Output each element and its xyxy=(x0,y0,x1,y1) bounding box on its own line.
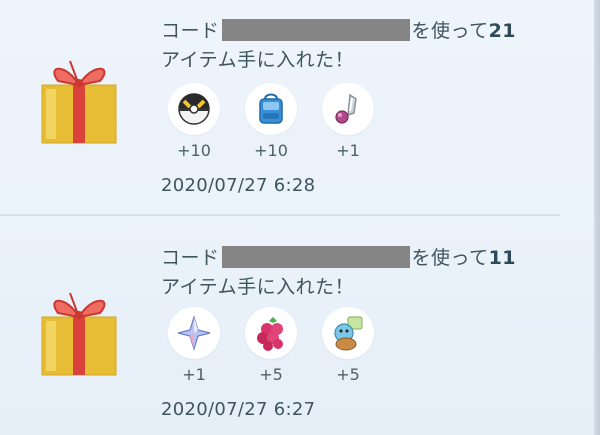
message-middle: を使って xyxy=(411,247,489,269)
redacted-code xyxy=(221,19,410,41)
razz-berry-icon xyxy=(257,317,283,351)
reward-card: コード を使って21 アイテム手に入れた！ +10 +10 +1 2020/07… xyxy=(0,0,600,215)
message-prefix: コード xyxy=(161,247,220,269)
item-count: 21 xyxy=(488,20,517,42)
item-qty: +1 xyxy=(182,365,206,384)
reward-message: コード を使って11 アイテム手に入れた！ xyxy=(161,244,561,302)
scroll-edge xyxy=(594,0,600,435)
squirtle-candy-icon xyxy=(334,316,363,351)
ultra-ball-icon xyxy=(178,93,210,125)
gift-box-icon xyxy=(36,55,122,147)
gift-box-icon xyxy=(36,287,122,379)
incense-icon xyxy=(335,93,357,124)
reward-item: +1 xyxy=(321,83,375,160)
message-suffix: アイテム手に入れた！ xyxy=(161,49,355,71)
reward-item: +10 xyxy=(167,83,221,160)
item-qty: +1 xyxy=(336,141,360,160)
reward-date: 2020/07/27 6:27 xyxy=(161,399,316,420)
reward-message: コード を使って21 アイテム手に入れた！ xyxy=(161,17,561,75)
divider xyxy=(0,214,560,216)
reward-item: +5 xyxy=(244,307,298,384)
reward-date: 2020/07/27 6:28 xyxy=(161,175,316,196)
message-middle: を使って xyxy=(411,20,489,42)
reward-card: コード を使って11 アイテム手に入れた！ +1 +5 +5 2020/07/2… xyxy=(0,217,600,435)
star-piece-icon xyxy=(177,314,211,352)
message-prefix: コード xyxy=(161,20,220,42)
item-qty: +10 xyxy=(254,141,288,160)
message-suffix: アイテム手に入れた！ xyxy=(161,276,355,298)
reward-item: +5 xyxy=(321,307,375,384)
reward-item: +10 xyxy=(244,83,298,160)
item-qty: +5 xyxy=(259,365,283,384)
redacted-code xyxy=(221,246,410,268)
reward-item: +1 xyxy=(167,307,221,384)
item-qty: +5 xyxy=(336,365,360,384)
item-qty: +10 xyxy=(177,141,211,160)
item-bag-upgrade-icon xyxy=(259,93,283,124)
item-count: 11 xyxy=(488,247,517,269)
